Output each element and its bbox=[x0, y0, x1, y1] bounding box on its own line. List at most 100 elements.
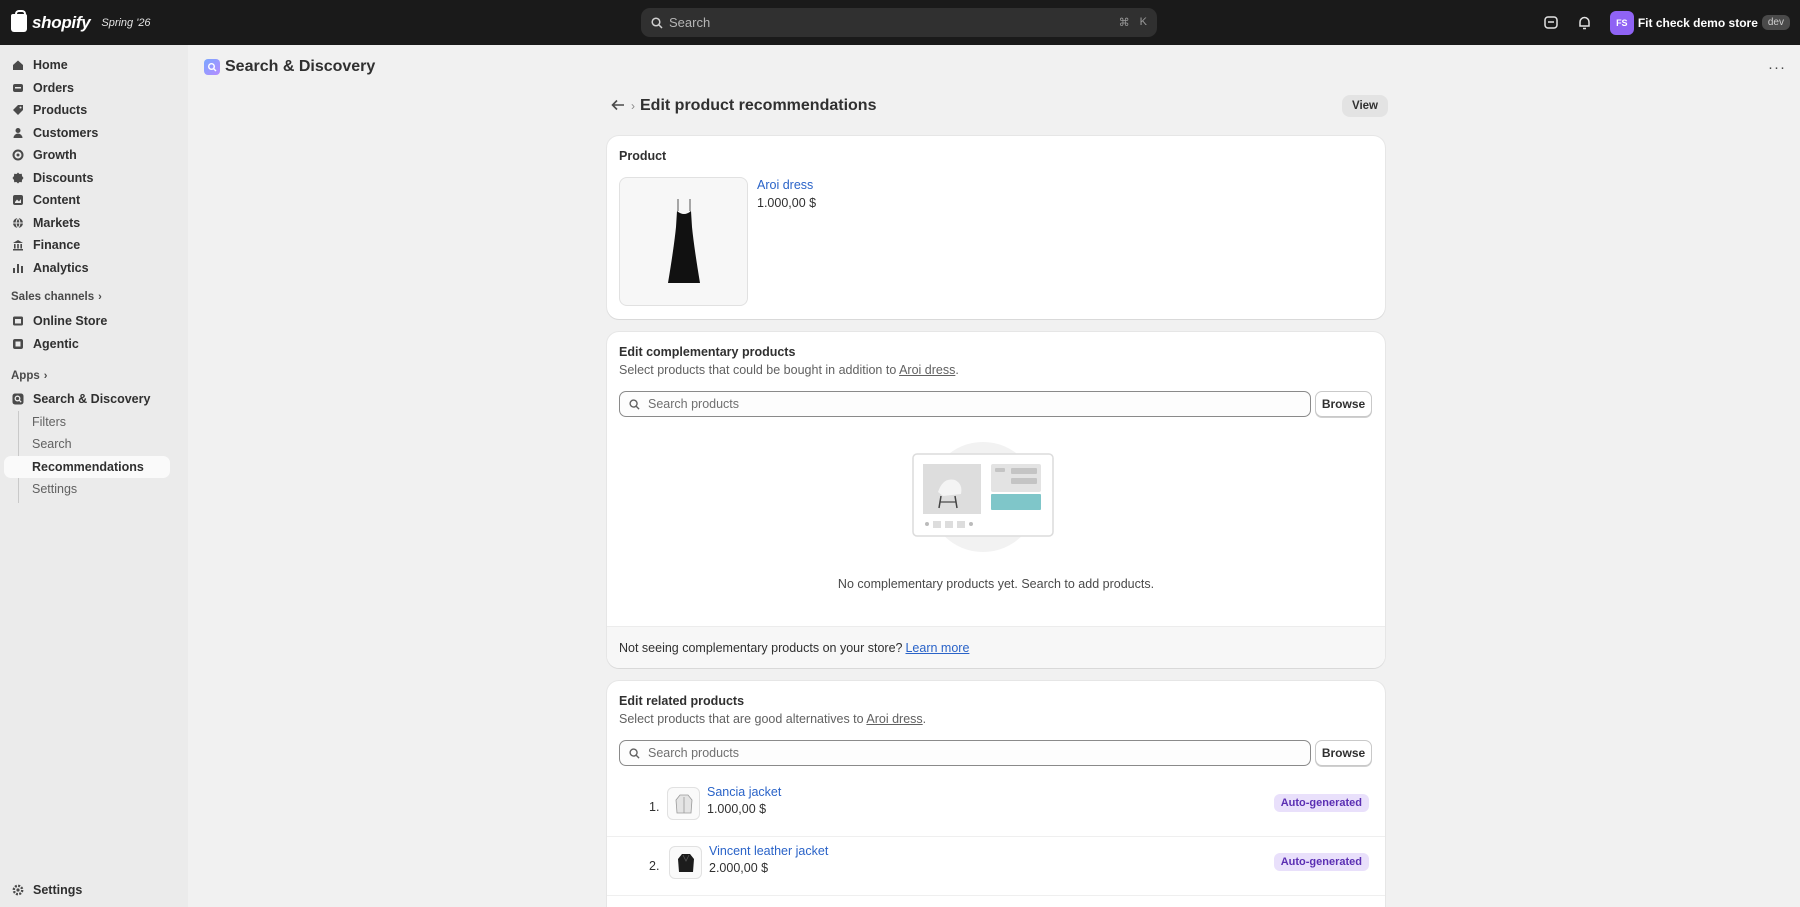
sidebar-item-label: Online Store bbox=[33, 314, 108, 328]
apps-section[interactable]: Apps › bbox=[11, 370, 47, 382]
store-icon bbox=[11, 315, 24, 328]
product-image[interactable] bbox=[619, 177, 748, 306]
sidebar-item-products[interactable]: Products bbox=[4, 99, 170, 121]
sidekick-icon[interactable] bbox=[1534, 6, 1568, 40]
sidebar-item-label: Content bbox=[33, 193, 81, 207]
related-product-row[interactable]: 1. Sancia jacket 1.000,00 $ Auto-generat… bbox=[607, 779, 1385, 837]
sidebar-item-label: Products bbox=[33, 103, 88, 117]
learn-more-link[interactable]: Learn more bbox=[905, 641, 969, 655]
auto-generated-badge: Auto-generated bbox=[1273, 794, 1369, 812]
gear-icon bbox=[11, 884, 24, 897]
sidebar-item-label: Orders bbox=[33, 81, 74, 95]
product-thumbnail[interactable] bbox=[667, 787, 700, 820]
growth-icon bbox=[11, 149, 24, 162]
breadcrumb-separator-icon: › bbox=[631, 99, 635, 113]
sidebar: Home Orders Products Customers Growth Di… bbox=[0, 45, 188, 907]
sidebar-item-content[interactable]: Content bbox=[4, 189, 170, 211]
product-price: 2.000,00 $ bbox=[709, 861, 769, 875]
content-icon bbox=[11, 194, 24, 207]
sidebar-item-label: Search & Discovery bbox=[33, 392, 151, 406]
bell-icon[interactable] bbox=[1568, 6, 1602, 40]
sidebar-item-growth[interactable]: Growth bbox=[4, 144, 170, 166]
search-discovery-app-icon bbox=[204, 59, 220, 75]
product-link[interactable]: Vincent leather jacket bbox=[709, 844, 828, 858]
search-icon bbox=[629, 747, 640, 759]
product-thumbnail[interactable] bbox=[669, 846, 702, 879]
sidebar-item-label: Discounts bbox=[33, 171, 94, 185]
avatar[interactable]: FS bbox=[1609, 10, 1634, 35]
main-content: Search & Discovery ··· › Edit product re… bbox=[188, 45, 1800, 907]
sidebar-subitem-recommendations[interactable]: Recommendations bbox=[4, 456, 170, 478]
chevron-right-icon: › bbox=[98, 291, 102, 303]
sidebar-item-agentic[interactable]: Agentic bbox=[4, 333, 170, 355]
leather-jacket-image bbox=[677, 853, 694, 872]
store-name[interactable]: Fit check demo store bbox=[1638, 16, 1758, 30]
chevron-right-icon: › bbox=[43, 370, 48, 382]
page-title: Edit product recommendations bbox=[640, 97, 877, 114]
auto-generated-badge: Auto-generated bbox=[1273, 853, 1369, 871]
sidebar-item-home[interactable]: Home bbox=[4, 54, 170, 76]
subtitle-suffix: . bbox=[922, 712, 927, 726]
sidebar-item-customers[interactable]: Customers bbox=[4, 122, 170, 144]
sidebar-item-settings[interactable]: Settings bbox=[4, 879, 170, 901]
complementary-card: Edit complementary products Select produ… bbox=[607, 332, 1385, 668]
card-title: Product bbox=[619, 149, 667, 163]
search-placeholder: Search products bbox=[648, 746, 740, 760]
dress-image bbox=[667, 198, 700, 283]
global-search-input[interactable]: Search ⌘ K bbox=[641, 8, 1157, 37]
jacket-image bbox=[675, 794, 692, 813]
empty-state-illustration bbox=[903, 442, 1063, 562]
page-header: › Edit product recommendations View bbox=[611, 94, 1388, 118]
agentic-icon bbox=[11, 338, 24, 351]
sidebar-item-finance[interactable]: Finance bbox=[4, 234, 170, 256]
shopify-logo[interactable]: shopify Spring '26 bbox=[11, 9, 151, 33]
sidebar-subitem-filters[interactable]: Filters bbox=[4, 411, 170, 433]
sidebar-item-markets[interactable]: Markets bbox=[4, 212, 170, 234]
search-discovery-icon bbox=[11, 393, 24, 406]
related-card: Edit related products Select products th… bbox=[607, 681, 1385, 907]
product-price: 1.000,00 $ bbox=[757, 196, 817, 210]
edition-label: Spring '26 bbox=[101, 16, 151, 29]
empty-state-text: No complementary products yet. Search to… bbox=[837, 577, 1155, 591]
person-icon bbox=[11, 127, 24, 140]
top-right-controls: FS Fit check demo store dev bbox=[1534, 0, 1790, 45]
sidebar-item-analytics[interactable]: Analytics bbox=[4, 257, 170, 279]
footer-text: Not seeing complementary products on you… bbox=[619, 640, 903, 655]
browse-button[interactable]: Browse bbox=[1315, 740, 1372, 766]
home-icon bbox=[11, 59, 24, 72]
sidebar-subitem-settings[interactable]: Settings bbox=[4, 478, 170, 500]
sidebar-item-label: Finance bbox=[33, 238, 81, 252]
tag-icon bbox=[11, 104, 24, 117]
card-footer: Not seeing complementary products on you… bbox=[607, 626, 1385, 668]
subtitle-text: Select products that could be bought in … bbox=[619, 363, 900, 377]
subtitle-product-link[interactable]: Aroi dress bbox=[866, 712, 922, 726]
complementary-search-input[interactable]: Search products bbox=[619, 391, 1311, 417]
top-bar: shopify Spring '26 Search ⌘ K FS Fit che… bbox=[0, 0, 1800, 45]
sidebar-item-orders[interactable]: Orders bbox=[4, 77, 170, 99]
sidebar-item-label: Agentic bbox=[33, 337, 79, 351]
related-product-row[interactable]: 2. Vincent leather jacket 2.000,00 $ Aut… bbox=[607, 838, 1385, 896]
sales-channels-section[interactable]: Sales channels › bbox=[11, 291, 102, 303]
back-arrow-icon[interactable] bbox=[611, 98, 629, 114]
product-price: 1.000,00 $ bbox=[707, 802, 767, 816]
search-placeholder: Search products bbox=[648, 397, 740, 411]
subtitle-product-link[interactable]: Aroi dress bbox=[899, 363, 955, 377]
product-link[interactable]: Aroi dress bbox=[757, 178, 813, 192]
dev-badge: dev bbox=[1761, 15, 1790, 30]
section-label: Apps bbox=[11, 370, 40, 382]
sidebar-item-online-store[interactable]: Online Store bbox=[4, 310, 170, 332]
discount-icon bbox=[11, 172, 24, 185]
sidebar-subitem-search[interactable]: Search bbox=[4, 433, 170, 455]
sidebar-item-discounts[interactable]: Discounts bbox=[4, 167, 170, 189]
search-placeholder: Search bbox=[669, 15, 711, 30]
product-link[interactable]: Sancia jacket bbox=[707, 785, 781, 799]
keyboard-shortcut: ⌘ K bbox=[1119, 16, 1147, 29]
related-search-input[interactable]: Search products bbox=[619, 740, 1311, 766]
card-subtitle: Select products that could be bought in … bbox=[619, 363, 959, 377]
sidebar-item-label: Analytics bbox=[33, 261, 89, 275]
more-actions-icon[interactable]: ··· bbox=[1768, 59, 1786, 76]
globe-icon bbox=[11, 217, 24, 230]
sidebar-item-search-discovery[interactable]: Search & Discovery bbox=[4, 388, 170, 410]
browse-button[interactable]: Browse bbox=[1315, 391, 1372, 417]
view-button[interactable]: View bbox=[1342, 95, 1388, 117]
